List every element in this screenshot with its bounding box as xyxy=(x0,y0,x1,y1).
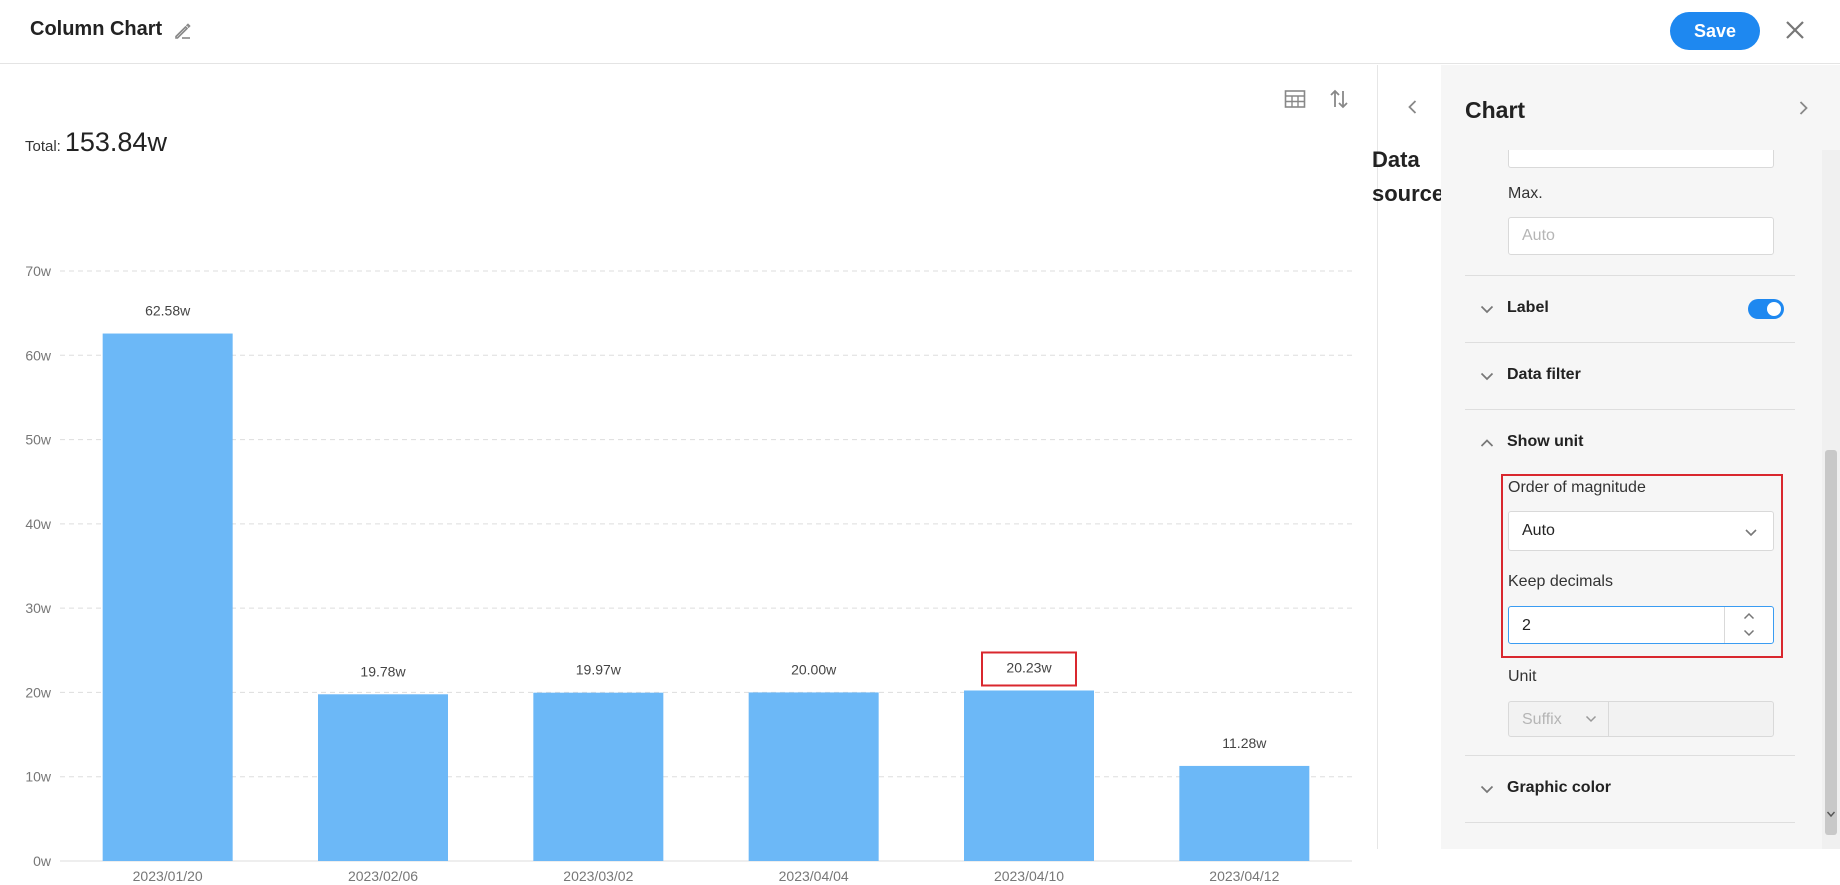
chevron-left-icon[interactable] xyxy=(1404,98,1422,116)
data-label: 19.78w xyxy=(360,663,406,679)
sort-order-icon[interactable] xyxy=(1328,87,1350,111)
section-divider xyxy=(1465,342,1795,343)
y-tick-label: 50w xyxy=(25,432,52,448)
y-tick-label: 60w xyxy=(25,347,52,363)
data-label: 11.28w xyxy=(1222,735,1267,751)
chart-title: Column Chart xyxy=(30,18,163,40)
total-summary: Total: 153.84w xyxy=(25,127,167,158)
y-tick-label: 20w xyxy=(25,684,52,700)
header-bar: Column Chart Save xyxy=(0,0,1840,64)
min-input[interactable] xyxy=(1508,150,1774,168)
keep-decimals-label: Keep decimals xyxy=(1508,573,1613,590)
chevron-down-icon[interactable] xyxy=(1479,301,1495,317)
x-tick-label: 2023/04/10 xyxy=(994,868,1064,884)
order-of-magnitude-value: Auto xyxy=(1522,522,1555,539)
section-divider xyxy=(1465,755,1795,756)
section-label-header[interactable]: Label xyxy=(1507,299,1549,317)
chevron-right-icon[interactable] xyxy=(1794,99,1812,117)
section-divider xyxy=(1465,409,1795,410)
label-toggle[interactable] xyxy=(1748,299,1784,319)
section-data-filter-header[interactable]: Data filter xyxy=(1507,366,1581,384)
y-tick-label: 40w xyxy=(25,516,52,532)
y-tick-label: 30w xyxy=(25,600,52,616)
y-tick-label: 10w xyxy=(25,769,52,785)
data-label: 62.58w xyxy=(145,303,191,319)
data-source-label: Data source xyxy=(1372,147,1441,206)
settings-scrollbar-thumb[interactable] xyxy=(1825,450,1837,835)
chevron-down-icon[interactable] xyxy=(1479,781,1495,797)
bar xyxy=(533,692,664,861)
settings-title: Chart xyxy=(1465,97,1526,123)
data-label: 20.23w xyxy=(1006,659,1052,675)
y-tick-label: 0w xyxy=(33,853,52,869)
chevron-up-icon[interactable] xyxy=(1479,435,1495,451)
section-show-unit-header[interactable]: Show unit xyxy=(1507,433,1583,451)
order-of-magnitude-select[interactable]: Auto xyxy=(1508,511,1774,551)
keep-decimals-value: 2 xyxy=(1522,617,1531,634)
section-divider xyxy=(1465,822,1795,823)
section-divider xyxy=(1465,275,1795,276)
total-label: Total: xyxy=(25,138,61,155)
x-tick-label: 2023/03/02 xyxy=(563,868,633,884)
chevron-down-icon xyxy=(1585,715,1597,723)
column-chart: 0w 10w 20w 30w 40w 50w 60w 70w 62.58w 2023/01/20 1… xyxy=(25,263,1352,884)
data-label: 20.00w xyxy=(791,661,837,677)
edit-pencil-icon[interactable] xyxy=(173,21,193,41)
chart-settings-panel: Chart Max. Label Data filter Show unit O… xyxy=(1441,65,1840,849)
y-tick-label: 70w xyxy=(25,263,52,279)
toggle-knob xyxy=(1767,302,1781,316)
x-tick-label: 2023/04/12 xyxy=(1209,868,1279,884)
chevron-down-icon[interactable] xyxy=(1479,368,1495,384)
bar xyxy=(964,690,1094,861)
table-view-icon[interactable] xyxy=(1284,89,1306,109)
max-input[interactable] xyxy=(1508,217,1774,255)
chart-panel: Total: 153.84w 0w 10w 20w 30w 40w 50w 60w 70w 62.… xyxy=(0,65,1377,884)
order-of-magnitude-label: Order of magnitude xyxy=(1508,479,1646,496)
unit-label: Unit xyxy=(1508,668,1537,685)
close-icon[interactable] xyxy=(1783,18,1807,42)
unit-input-group: Suffix xyxy=(1508,701,1774,737)
unit-position-value: Suffix xyxy=(1522,711,1562,728)
scroll-down-arrow-icon[interactable] xyxy=(1826,809,1836,819)
stepper-down-icon[interactable] xyxy=(1742,626,1756,640)
save-button[interactable]: Save xyxy=(1670,12,1760,50)
data-label: 19.97w xyxy=(576,662,622,678)
section-graphic-color-header[interactable]: Graphic color xyxy=(1507,779,1611,797)
total-value: 153.84w xyxy=(64,127,167,157)
bar xyxy=(1179,765,1310,861)
bar xyxy=(102,333,233,861)
stepper-up-icon[interactable] xyxy=(1742,609,1756,623)
chevron-down-icon xyxy=(1745,529,1757,537)
unit-position-select[interactable]: Suffix xyxy=(1509,702,1609,736)
x-tick-label: 2023/04/04 xyxy=(779,868,849,884)
max-label: Max. xyxy=(1508,185,1543,202)
bar xyxy=(318,694,448,861)
stepper-divider xyxy=(1724,607,1725,643)
x-tick-label: 2023/01/20 xyxy=(133,868,203,884)
x-tick-label: 2023/02/06 xyxy=(348,868,418,884)
keep-decimals-stepper[interactable]: 2 xyxy=(1508,606,1774,644)
bar xyxy=(748,692,879,861)
